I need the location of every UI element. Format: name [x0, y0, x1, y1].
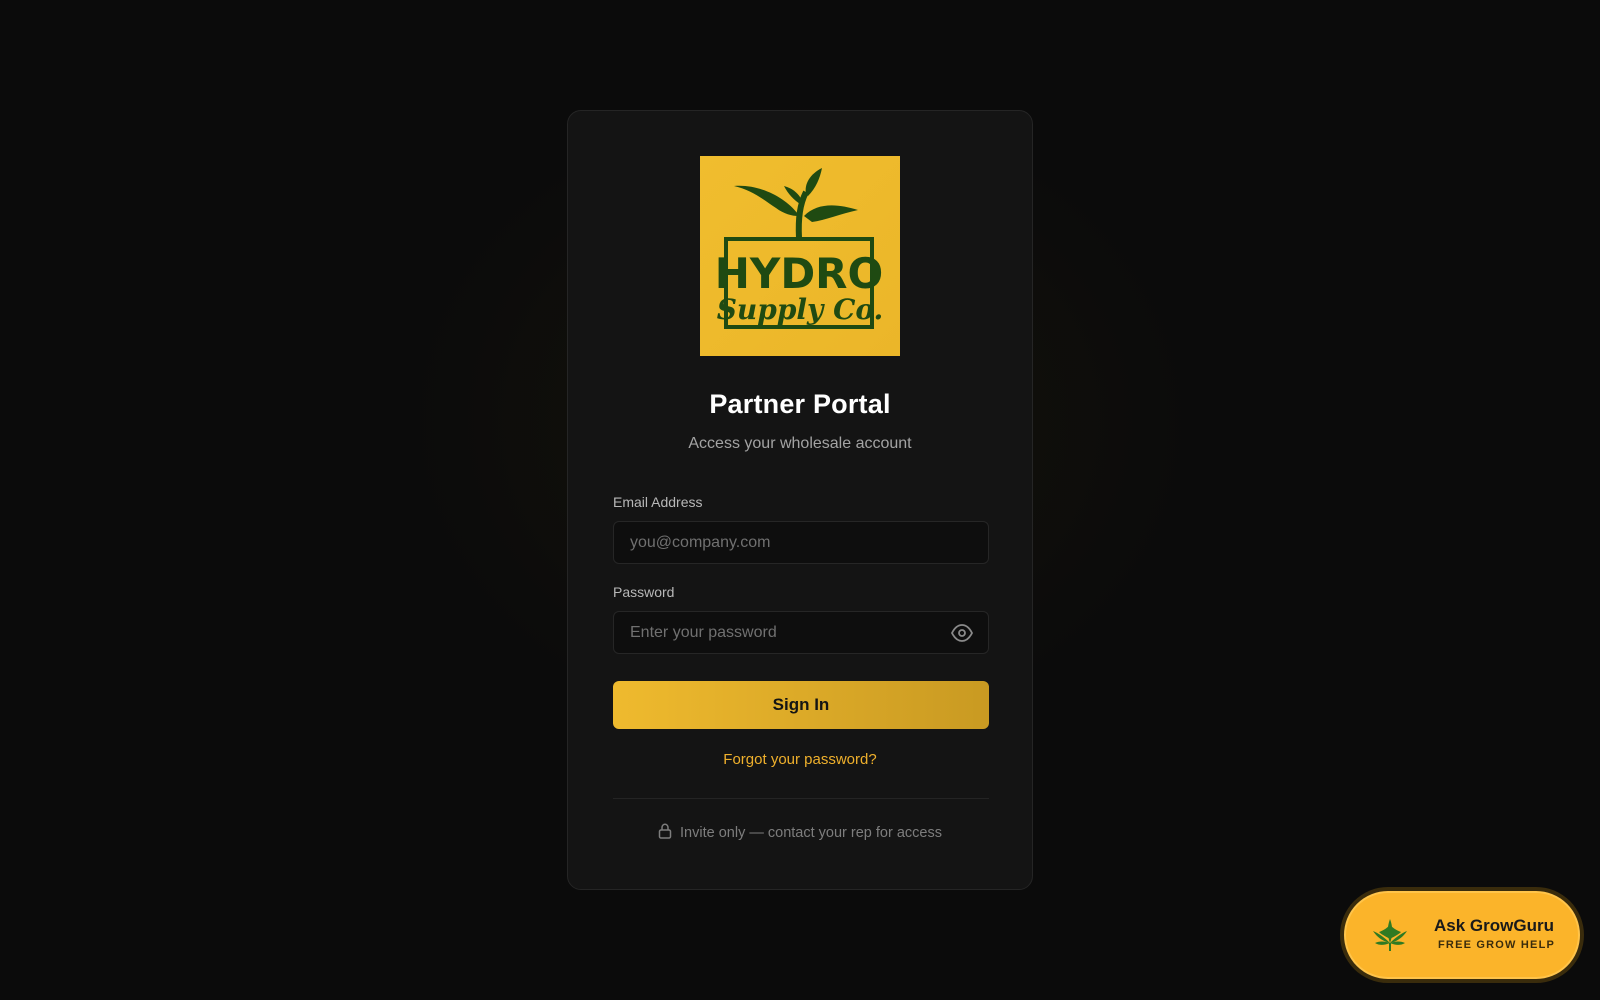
page-title: Partner Portal: [709, 389, 891, 419]
sign-in-button[interactable]: Sign In: [613, 681, 989, 729]
email-field[interactable]: [614, 522, 988, 563]
chat-widget-subtitle: FREE GROW HELP: [1438, 939, 1556, 951]
logo-wordmark-supply: Supply Co.: [717, 293, 884, 326]
eye-icon[interactable]: [950, 622, 974, 644]
chat-button-body[interactable]: Ask GrowGuru FREE GROW HELP: [1344, 891, 1580, 979]
password-field-wrapper: [613, 611, 989, 654]
invite-note: Invite only — contact your rep for acces…: [568, 823, 1032, 843]
password-label: Password: [613, 584, 675, 600]
email-label: Email Address: [613, 494, 703, 510]
lock-icon: [658, 823, 672, 843]
invite-text: Invite only — contact your rep for acces…: [680, 825, 942, 841]
chat-widget-title: Ask GrowGuru: [1434, 916, 1554, 935]
divider: [613, 798, 989, 799]
page-subtitle: Access your wholesale account: [688, 435, 912, 452]
login-card: HYDRO Supply Co. Partner Portal Access y…: [567, 110, 1033, 890]
password-field[interactable]: [614, 612, 988, 653]
forgot-password-link[interactable]: Forgot your password?: [568, 751, 1032, 768]
email-field-wrapper: [613, 521, 989, 564]
logo-graphic: HYDRO Supply Co.: [715, 168, 884, 329]
cannabis-leaf-icon: [1370, 915, 1410, 955]
ask-growguru-chat-button[interactable]: Ask GrowGuru FREE GROW HELP: [1340, 887, 1584, 983]
logo-wordmark-hydro: HYDRO: [715, 249, 883, 298]
hydro-supply-logo: HYDRO Supply Co.: [700, 156, 900, 356]
